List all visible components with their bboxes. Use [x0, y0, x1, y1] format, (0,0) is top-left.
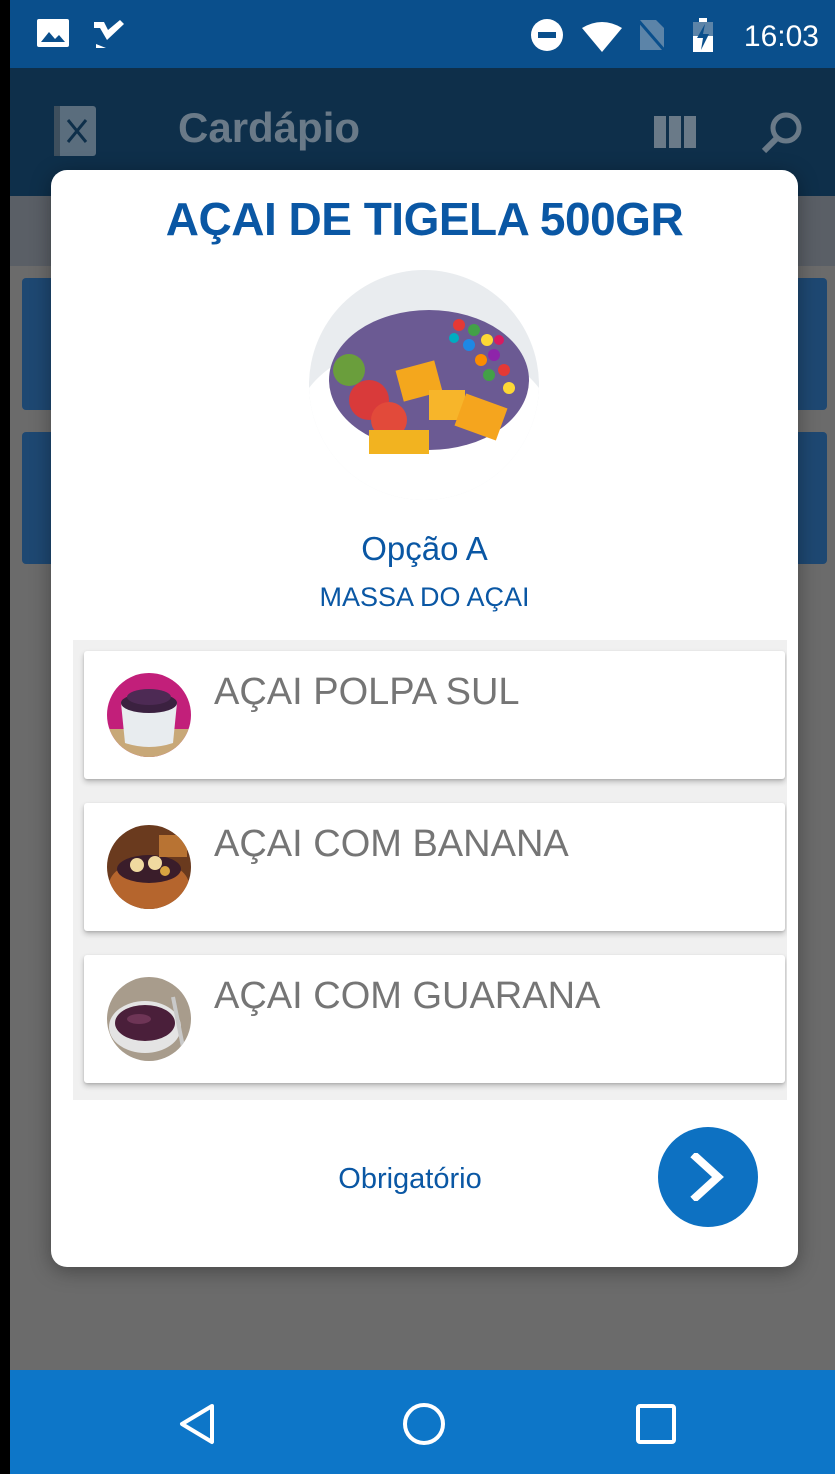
phone-screen: 16:03 Cardápio AÇAI DE TIGELA 500GR Opçã… [10, 0, 835, 1474]
check-notification-icon [92, 18, 126, 54]
menu-book-icon[interactable] [52, 104, 98, 162]
back-icon[interactable] [176, 1402, 220, 1446]
image-icon [36, 18, 70, 52]
do-not-disturb-icon [530, 18, 564, 56]
option-name: Opção A [361, 530, 488, 567]
system-nav-bar [10, 1370, 835, 1474]
search-icon[interactable] [760, 110, 804, 158]
dialog-title: AÇAI DE TIGELA 500GR [165, 193, 684, 245]
app-title: Cardápio [178, 104, 361, 151]
item-thumbnail [107, 673, 191, 757]
item-thumbnail [107, 977, 191, 1061]
product-photo [309, 270, 539, 500]
product-options-dialog: AÇAI DE TIGELA 500GR Opção A MASSA DO AÇ… [51, 170, 798, 1267]
list-item[interactable]: AÇAI POLPA SUL [84, 651, 785, 779]
item-label: AÇAI COM GUARANA [214, 975, 601, 1017]
list-item[interactable]: AÇAI COM BANANA [84, 803, 785, 931]
list-item[interactable]: AÇAI COM GUARANA [84, 955, 785, 1083]
wifi-icon [582, 22, 622, 56]
item-thumbnail [107, 825, 191, 909]
item-label: AÇAI POLPA SUL [214, 671, 520, 713]
status-bar: 16:03 [10, 0, 835, 68]
no-sim-icon [636, 18, 666, 56]
item-label: AÇAI COM BANANA [214, 823, 569, 865]
options-list[interactable]: AÇAI POLPA SUL AÇAI COM BANANA AÇAI COM … [73, 640, 787, 1100]
status-time: 16:03 [743, 20, 819, 53]
recents-icon[interactable] [634, 1402, 678, 1446]
grid-view-icon[interactable] [654, 116, 696, 152]
battery-charging-icon [692, 18, 714, 56]
next-button[interactable] [658, 1127, 758, 1227]
home-icon[interactable] [402, 1402, 446, 1446]
required-label: Obrigatório [338, 1163, 482, 1195]
chevron-right-icon [690, 1151, 726, 1205]
option-description: MASSA DO AÇAI [319, 582, 530, 612]
